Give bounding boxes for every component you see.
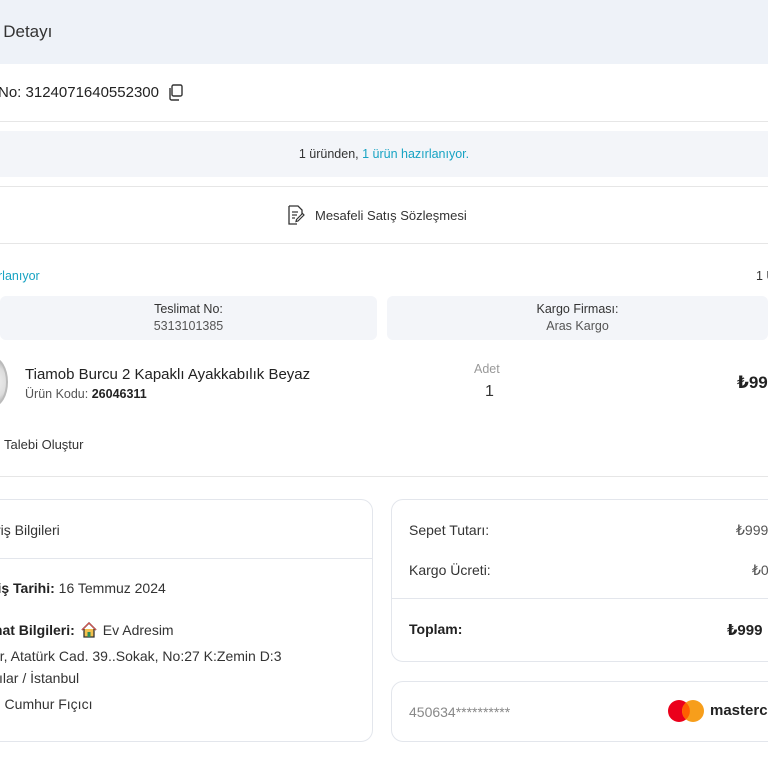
delivery-number-label: Teslimat No: [154,302,223,316]
quantity-value: 1 [485,383,494,400]
delivery-address-name: Ev Adresim [102,622,174,638]
info-banner-highlight[interactable]: 1 ürün hazırlanıyor. [362,147,469,161]
total-label: Toplam: [409,621,463,637]
recipient-name: Cumhur Fıçıcı [0,696,93,712]
contract-link[interactable]: Mesafeli Satış Sözleşmesi [285,204,467,226]
cargo-company-label: Kargo Firması: [536,302,619,316]
product-price: ₺99 [737,373,768,392]
product-name[interactable]: Tiamob Burcu 2 Kapaklı Ayakkabılık Beyaz [25,366,310,383]
mastercard-logo [668,700,704,722]
shipment-status: rlanıyor [0,269,40,283]
create-request-link[interactable]: Talebi Oluştur [4,437,83,452]
document-edit-icon [288,205,305,225]
page-title: ş Detayı [0,22,53,41]
delivery-number-box: Teslimat No: 5313101385 [0,296,377,340]
info-banner-text: 1 üründen, 1 ürün hazırlanıyor. [0,147,768,161]
quantity-label: Adet [474,362,500,376]
delivery-address-label: mat Bilgileri: [0,622,75,638]
house-icon [81,621,97,638]
shipping-fee-value: ₺0 [752,562,768,578]
contract-label: Mesafeli Satış Sözleşmesi [315,207,467,223]
delivery-number-value: 5313101385 [153,319,224,333]
order-info-divider [0,558,373,559]
copy-icon[interactable] [167,83,185,101]
shipment-count: 1 Ü [756,269,768,283]
delivery-address-header: mat Bilgileri: Ev Adresim [0,621,174,639]
product-code-value: 26046311 [91,387,147,401]
product-image[interactable] [0,357,8,407]
order-info-title: riş Bilgileri [0,522,60,538]
page-header [0,0,768,64]
card-brand-text: masterc [710,702,768,719]
cargo-company-box: Kargo Firması: Aras Kargo [387,296,768,340]
order-number: No: 3124071640552300 [0,83,185,101]
cart-total-label: Sepet Tutarı: [409,522,490,538]
cart-total-value: ₺999 [736,522,768,538]
product-code-label: Ürün Kodu: [25,387,92,401]
masked-card-number: 450634********** [409,704,511,720]
order-date-label: riş Tarihi: [0,580,55,596]
order-date-value: 16 Temmuz 2024 [54,580,166,596]
total-value: ₺999 [727,622,763,639]
shipping-fee-label: Kargo Ücreti: [409,562,491,578]
divider [0,476,768,477]
info-banner-prefix: 1 üründen, [298,147,363,161]
recipient: : Cumhur Fıçıcı [0,696,92,712]
order-number-text: No: 3124071640552300 [0,83,159,101]
address-line-2: cılar / İstanbul [0,670,80,686]
cargo-company-value: Aras Kargo [546,319,609,333]
order-date: riş Tarihi: 16 Temmuz 2024 [0,580,166,596]
product-code: Ürün Kodu: 26046311 [25,387,147,401]
summary-divider [391,598,768,599]
address-line-1: ar, Atatürk Cad. 39..Sokak, No:27 K:Zemi… [0,648,282,664]
